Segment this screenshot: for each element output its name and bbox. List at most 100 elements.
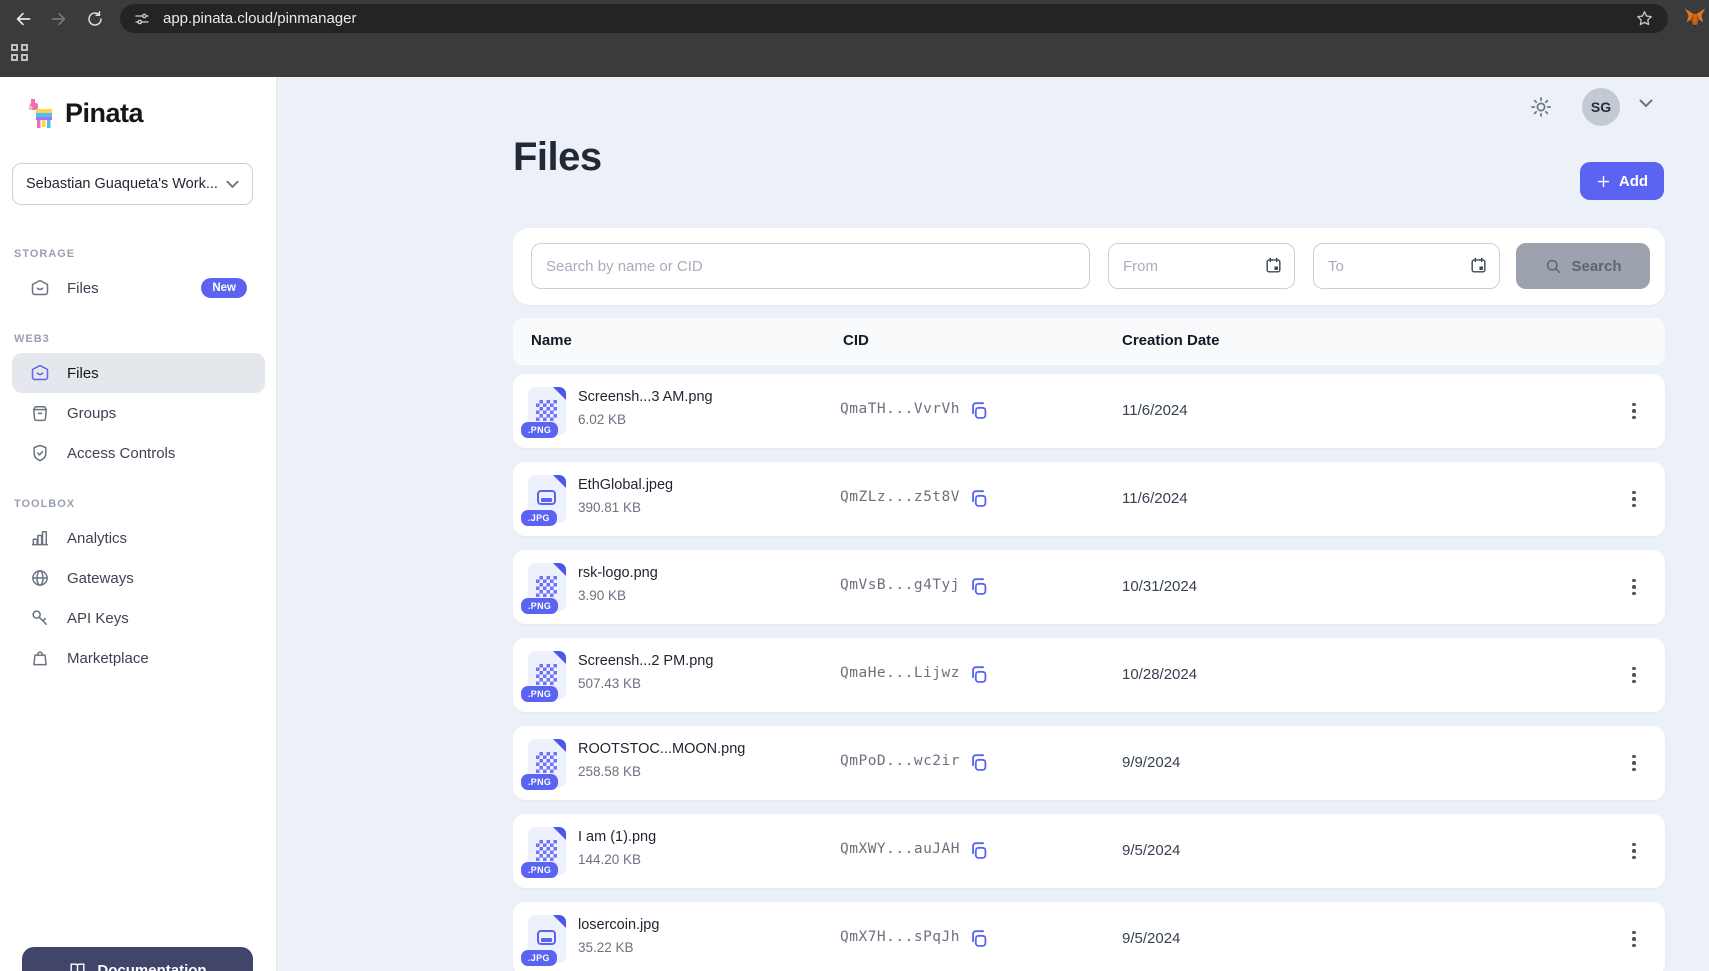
table-row[interactable]: .JPG EthGlobal.jpeg 390.81 KB QmZLz...z5… <box>513 462 1665 536</box>
kebab-icon <box>1632 755 1636 759</box>
search-icon <box>1544 257 1562 275</box>
search-input[interactable] <box>531 243 1090 289</box>
table-row[interactable]: .PNG Screensh...2 PM.png 507.43 KB QmaHe… <box>513 638 1665 712</box>
bookmark-star-icon[interactable] <box>1635 9 1654 28</box>
table-row[interactable]: .PNG I am (1).png 144.20 KB QmXWY...auJA… <box>513 814 1665 888</box>
groups-icon <box>30 403 50 423</box>
row-menu-button[interactable] <box>1621 750 1647 776</box>
sidebar-item-label: API Keys <box>67 610 129 627</box>
add-button[interactable]: Add <box>1580 162 1664 200</box>
sidebar-item-api-keys[interactable]: API Keys <box>12 598 265 638</box>
table-row[interactable]: .PNG rsk-logo.png 3.90 KB QmVsB...g4Tyj … <box>513 550 1665 624</box>
page-title: Files <box>513 135 602 180</box>
apps-grid-icon[interactable] <box>11 44 28 61</box>
pinata-llama-icon <box>28 97 56 129</box>
sidebar-item-access-controls[interactable]: Access Controls <box>12 433 265 473</box>
filter-bar: Search <box>513 228 1665 305</box>
calendar-icon[interactable] <box>1469 256 1488 275</box>
file-name: ROOTSTOC...MOON.png <box>578 741 745 757</box>
kebab-icon <box>1632 667 1636 671</box>
row-menu-button[interactable] <box>1621 838 1647 864</box>
copy-icon <box>968 400 990 422</box>
from-date-field <box>1108 243 1295 289</box>
file-icon: .JPG <box>528 915 566 963</box>
browser-chrome: app.pinata.cloud/pinmanager <box>0 0 1709 77</box>
file-icon: .JPG <box>528 475 566 523</box>
copy-cid-button[interactable] <box>968 927 992 951</box>
copy-cid-button[interactable] <box>968 399 992 423</box>
sidebar-item-analytics[interactable]: Analytics <box>12 518 265 558</box>
column-cid: CID <box>843 332 869 349</box>
key-icon <box>30 608 50 628</box>
creation-date: 10/28/2024 <box>1122 666 1197 683</box>
add-button-label: Add <box>1619 173 1648 190</box>
table-row[interactable]: .PNG ROOTSTOC...MOON.png 258.58 KB QmPoD… <box>513 726 1665 800</box>
file-name: Screensh...2 PM.png <box>578 653 713 669</box>
copy-cid-button[interactable] <box>968 751 992 775</box>
nav-section-label: WEB3 <box>14 333 265 345</box>
workspace-select[interactable]: Sebastian Guaqueta's Work... <box>12 163 253 205</box>
sidebar-item-gateways[interactable]: Gateways <box>12 558 265 598</box>
site-settings-tune-icon[interactable] <box>133 10 151 28</box>
table-row[interactable]: .PNG Screensh...3 AM.png 6.02 KB QmaTH..… <box>513 374 1665 448</box>
chevron-down-icon <box>226 180 239 189</box>
file-size: 144.20 KB <box>578 852 641 867</box>
reload-button[interactable] <box>82 6 108 32</box>
avatar[interactable]: SG <box>1582 88 1620 126</box>
file-name: rsk-logo.png <box>578 565 658 581</box>
copy-cid-button[interactable] <box>968 487 992 511</box>
file-size: 3.90 KB <box>578 588 626 603</box>
metamask-extension-icon[interactable] <box>1684 7 1706 28</box>
column-name: Name <box>531 332 572 349</box>
copy-cid-button[interactable] <box>968 839 992 863</box>
row-menu-button[interactable] <box>1621 398 1647 424</box>
creation-date: 10/31/2024 <box>1122 578 1197 595</box>
row-menu-button[interactable] <box>1621 574 1647 600</box>
reload-icon <box>86 10 104 28</box>
sidebar-item-marketplace[interactable]: Marketplace <box>12 638 265 678</box>
row-menu-button[interactable] <box>1621 486 1647 512</box>
main-content: SG Files Add Search Name CID Creation Da… <box>277 77 1709 971</box>
copy-cid-button[interactable] <box>968 575 992 599</box>
file-size: 6.02 KB <box>578 412 626 427</box>
sidebar-nav: STORAGEFilesNewWEB3FilesGroupsAccess Con… <box>12 223 265 678</box>
globe-icon <box>30 568 50 588</box>
account-menu-chevron[interactable] <box>1639 99 1653 108</box>
kebab-icon <box>1632 843 1636 847</box>
plus-icon <box>1596 174 1611 189</box>
files-icon <box>30 363 50 383</box>
file-size: 507.43 KB <box>578 676 641 691</box>
file-icon: .PNG <box>528 739 566 787</box>
documentation-label: Documentation <box>97 962 206 971</box>
calendar-icon[interactable] <box>1264 256 1283 275</box>
file-type-badge: .PNG <box>521 598 558 614</box>
copy-icon <box>968 576 990 598</box>
file-size: 35.22 KB <box>578 940 634 955</box>
file-icon: .PNG <box>528 387 566 435</box>
documentation-button[interactable]: Documentation <box>22 947 253 971</box>
url-text: app.pinata.cloud/pinmanager <box>163 10 356 27</box>
file-type-badge: .PNG <box>521 686 558 702</box>
row-menu-button[interactable] <box>1621 926 1647 952</box>
sidebar-item-files[interactable]: Files <box>12 353 265 393</box>
sidebar-item-files-storage[interactable]: FilesNew <box>12 268 265 308</box>
back-button[interactable] <box>10 6 36 32</box>
sidebar-item-label: Marketplace <box>67 650 149 667</box>
url-bar[interactable]: app.pinata.cloud/pinmanager <box>120 4 1668 33</box>
kebab-icon <box>1632 579 1636 583</box>
sidebar-item-groups[interactable]: Groups <box>12 393 265 433</box>
table-row[interactable]: .JPG losercoin.jpg 35.22 KB QmX7H...sPqJ… <box>513 902 1665 971</box>
file-cid: QmXWY...auJAH <box>840 841 960 857</box>
search-button[interactable]: Search <box>1516 243 1650 289</box>
copy-icon <box>968 752 990 774</box>
file-name: Screensh...3 AM.png <box>578 389 713 405</box>
forward-button[interactable] <box>46 6 72 32</box>
copy-cid-button[interactable] <box>968 663 992 687</box>
kebab-icon <box>1632 403 1636 407</box>
pinata-wordmark: Pinata <box>65 98 143 129</box>
theme-toggle[interactable] <box>1527 93 1555 121</box>
sidebar-item-label: Access Controls <box>67 445 175 462</box>
column-creation-date: Creation Date <box>1122 332 1220 349</box>
pinata-logo: Pinata <box>28 97 143 129</box>
row-menu-button[interactable] <box>1621 662 1647 688</box>
